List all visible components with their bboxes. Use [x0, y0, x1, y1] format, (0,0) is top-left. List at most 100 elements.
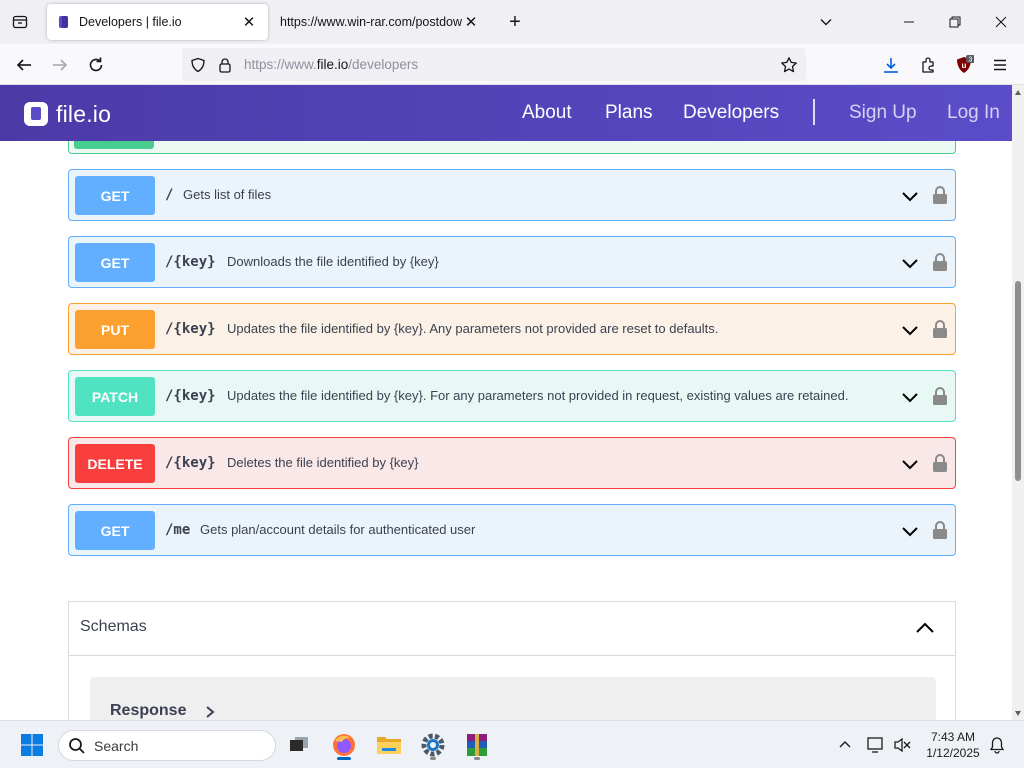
operation-get-root[interactable]: GET / Gets list of files: [68, 169, 956, 221]
active-app-indicator: [337, 757, 351, 760]
svg-text:u: u: [962, 61, 967, 70]
authorization-lock-icon[interactable]: [932, 453, 948, 473]
restore-window-icon[interactable]: [932, 0, 978, 44]
lock-icon[interactable]: [215, 55, 235, 75]
close-tab-icon[interactable]: ✕: [240, 13, 258, 31]
notifications-bell-icon[interactable]: [981, 729, 1013, 761]
app-running-indicator: [430, 757, 436, 760]
hamburger-menu-icon[interactable]: [987, 52, 1013, 78]
scroll-down-arrow-icon[interactable]: [1014, 709, 1022, 717]
operation-description: Gets plan/account details for authentica…: [200, 522, 476, 537]
browser-tab-bar: Developers | file.io ✕ https://www.win-r…: [0, 0, 1024, 44]
show-hidden-icons-chevron-icon[interactable]: [829, 729, 861, 761]
nav-sign-up-link[interactable]: Sign Up: [849, 102, 917, 124]
fileio-favicon-icon: [59, 16, 68, 28]
system-clock[interactable]: 7:43 AM 1/12/2025: [918, 729, 988, 761]
logo-text: file.io: [56, 100, 112, 127]
operation-put-key[interactable]: PUT /{key} Updates the file identified b…: [68, 303, 956, 355]
schemas-header[interactable]: Schemas: [69, 602, 955, 656]
expand-chevron-icon[interactable]: [900, 320, 920, 340]
forward-arrow-icon[interactable]: [47, 52, 73, 78]
nav-about-link[interactable]: About: [522, 102, 572, 124]
settings-gear-icon[interactable]: [417, 729, 449, 761]
list-all-tabs-chevron-icon[interactable]: [814, 10, 838, 34]
task-view-icon[interactable]: [283, 729, 315, 761]
operation-get-key[interactable]: GET /{key} Downloads the file identified…: [68, 236, 956, 288]
model-title: Response: [110, 702, 187, 719]
operation-path: /{key}: [165, 388, 216, 404]
browser-nav-bar: https://www.file.io/developers u3: [0, 44, 1024, 85]
operation-path: /: [165, 187, 174, 203]
method-badge: GET: [75, 176, 155, 215]
authorization-lock-icon[interactable]: [932, 319, 948, 339]
file-explorer-icon[interactable]: [373, 729, 405, 761]
scroll-up-arrow-icon[interactable]: [1014, 89, 1022, 97]
firefox-taskbar-icon[interactable]: [328, 729, 360, 761]
minimize-window-icon[interactable]: [886, 0, 932, 44]
expand-chevron-icon[interactable]: [900, 253, 920, 273]
expand-chevron-icon[interactable]: [900, 186, 920, 206]
method-badge: DELETE: [75, 444, 155, 483]
clock-date: 1/12/2025: [926, 746, 980, 760]
operation-path: /me: [165, 522, 191, 538]
volume-muted-icon[interactable]: [886, 729, 918, 761]
operation-description: Downloads the file identified by {key}: [227, 254, 439, 269]
windows-start-icon[interactable]: [16, 729, 48, 761]
back-arrow-icon[interactable]: [11, 52, 37, 78]
taskbar-search-box[interactable]: Search: [58, 730, 276, 761]
authorization-lock-icon[interactable]: [932, 520, 948, 540]
method-badge: GET: [75, 511, 155, 550]
tab-developers-fileio[interactable]: Developers | file.io ✕: [47, 4, 268, 40]
operation-path: /{key}: [165, 254, 216, 270]
reload-icon[interactable]: [83, 52, 109, 78]
windows-taskbar: Search 7:43 AM 1/12/2025: [0, 720, 1024, 768]
method-badge: GET: [75, 243, 155, 282]
expand-arrow-right-icon[interactable]: [204, 705, 216, 719]
url-text[interactable]: https://www.file.io/developers: [244, 57, 418, 72]
expand-chevron-icon[interactable]: [900, 521, 920, 541]
firefox-view-icon[interactable]: [8, 10, 32, 34]
new-tab-plus-icon[interactable]: +: [503, 10, 527, 34]
method-badge: PATCH: [75, 377, 155, 416]
close-tab-icon[interactable]: ✕: [462, 13, 480, 31]
search-placeholder: Search: [94, 738, 139, 754]
model-response[interactable]: Response: [90, 677, 936, 720]
operation-patch-key[interactable]: PATCH /{key} Updates the file identified…: [68, 370, 956, 422]
winrar-icon[interactable]: [461, 729, 493, 761]
address-bar[interactable]: https://www.file.io/developers: [182, 48, 806, 81]
operation-get-me[interactable]: GET /me Gets plan/account details for au…: [68, 504, 956, 556]
authorization-lock-icon[interactable]: [932, 185, 948, 205]
previous-operation-row[interactable]: [68, 141, 956, 154]
extensions-puzzle-icon[interactable]: [915, 52, 941, 78]
operation-description: Updates the file identified by {key}. An…: [227, 321, 719, 336]
operation-delete-key[interactable]: DELETE /{key} Deletes the file identifie…: [68, 437, 956, 489]
tracking-protection-shield-icon[interactable]: [188, 55, 208, 75]
fileio-logo-icon: [24, 102, 48, 126]
page-scrollbar[interactable]: [1012, 85, 1024, 720]
nav-divider: [813, 99, 815, 125]
operation-description: Deletes the file identified by {key}: [227, 455, 419, 470]
authorization-lock-icon[interactable]: [932, 252, 948, 272]
expand-chevron-icon[interactable]: [900, 454, 920, 474]
nav-developers-link[interactable]: Developers: [683, 102, 779, 124]
operation-path: /{key}: [165, 321, 216, 337]
scrollbar-thumb[interactable]: [1015, 281, 1021, 481]
method-badge: PUT: [75, 310, 155, 349]
schemas-title: Schemas: [80, 618, 147, 635]
nav-plans-link[interactable]: Plans: [605, 102, 653, 124]
search-icon: [69, 738, 85, 754]
svg-text:3: 3: [969, 57, 973, 64]
operation-path: /{key}: [165, 455, 216, 471]
authorization-lock-icon[interactable]: [932, 386, 948, 406]
nav-log-in-link[interactable]: Log In: [947, 102, 1000, 124]
downloads-icon[interactable]: [878, 52, 904, 78]
bookmark-star-icon[interactable]: [779, 55, 799, 75]
close-window-icon[interactable]: [978, 0, 1024, 44]
ublock-origin-icon[interactable]: u3: [951, 52, 977, 78]
collapse-chevron-up-icon[interactable]: [914, 617, 936, 639]
tab-winrar[interactable]: https://www.win-rar.com/postdow ✕: [270, 4, 490, 40]
site-header: file.io About Plans Developers Sign Up L…: [0, 85, 1012, 141]
operation-description: Updates the file identified by {key}. Fo…: [227, 388, 849, 403]
fileio-logo[interactable]: file.io: [24, 101, 111, 127]
expand-chevron-icon[interactable]: [900, 387, 920, 407]
